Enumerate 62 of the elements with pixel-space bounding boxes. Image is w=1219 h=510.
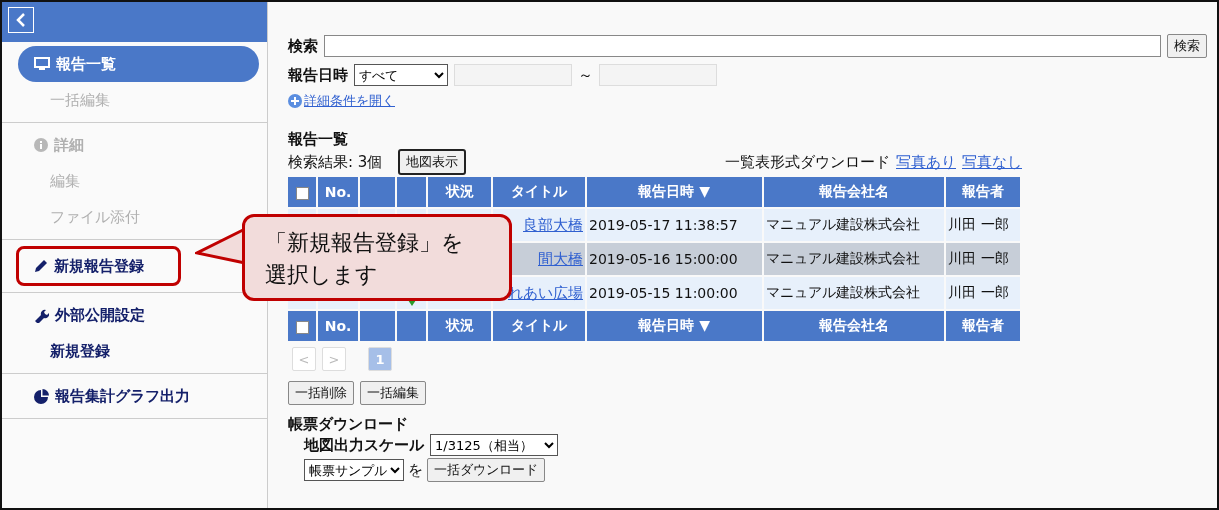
column-header[interactable]: 報告日時 ▼ xyxy=(587,177,762,207)
column-header[interactable]: 報告日時 ▼ xyxy=(587,311,762,341)
sidebar-item[interactable]: 新規登録 xyxy=(18,333,259,369)
table-cell: 2019-05-15 11:00:00 xyxy=(587,277,762,309)
section-title: 帳票ダウンロード xyxy=(288,415,408,434)
section-title: 報告一覧 xyxy=(288,130,348,149)
particle-text: を xyxy=(408,460,423,480)
checkbox[interactable] xyxy=(295,186,309,200)
download-link[interactable]: 写真なし xyxy=(962,152,1022,172)
table-cell: 川田 一郎 xyxy=(946,243,1020,275)
pencil-icon xyxy=(34,259,48,273)
bulk-button[interactable]: 一括削除 xyxy=(288,381,354,405)
column-header[interactable]: 報告会社名 xyxy=(763,311,945,341)
checkbox[interactable] xyxy=(295,320,309,334)
table-cell: 川田 一郎 xyxy=(946,209,1020,241)
range-separator: ～ xyxy=(578,65,593,85)
detail-link[interactable]: 詳細条件を開く xyxy=(304,92,395,110)
scale-label: 地図出力スケール xyxy=(304,435,424,455)
scale-select[interactable]: 1/3125（相当） xyxy=(430,434,558,456)
table-cell: 2019-05-16 15:00:00 xyxy=(587,243,762,275)
table-cell: 川田 一郎 xyxy=(946,277,1020,309)
column-header[interactable] xyxy=(397,311,426,341)
pie-chart-icon xyxy=(34,388,49,404)
table-cell: マニュアル建設株式会社 xyxy=(763,243,945,275)
column-header[interactable] xyxy=(360,177,395,207)
column-header[interactable]: No. xyxy=(318,177,358,207)
title-link[interactable]: 間大橋 xyxy=(538,249,583,268)
column-header[interactable]: 報告会社名 xyxy=(763,177,945,207)
search-button[interactable]: 検索 xyxy=(1167,34,1207,58)
date-label: 報告日時 xyxy=(288,65,348,85)
monitor-icon xyxy=(34,57,50,71)
title-link[interactable]: 良部大橋 xyxy=(523,215,583,234)
download-label: 一覧表形式ダウンロード xyxy=(725,152,890,172)
table-cell: マニュアル建設株式会社 xyxy=(763,209,945,241)
column-header[interactable]: タイトル xyxy=(493,177,585,207)
table-cell: 2019-05-17 11:38:57 xyxy=(587,209,762,241)
download-link[interactable]: 写真あり xyxy=(896,152,956,172)
sidebar-item[interactable]: 新規報告登録 xyxy=(18,248,179,284)
date-select[interactable]: すべて xyxy=(354,64,448,86)
column-header[interactable]: 報告者 xyxy=(946,311,1020,341)
column-header[interactable] xyxy=(397,177,426,207)
column-header[interactable]: No. xyxy=(318,311,358,341)
info-icon xyxy=(34,138,48,152)
sidebar-item[interactable]: 報告集計グラフ出力 xyxy=(18,378,259,414)
column-header[interactable] xyxy=(360,311,395,341)
table-cell: マニュアル建設株式会社 xyxy=(763,277,945,309)
wrench-icon xyxy=(34,307,49,323)
column-header[interactable]: 状況 xyxy=(428,311,491,341)
search-label: 検索 xyxy=(288,36,318,56)
column-header[interactable]: タイトル xyxy=(493,311,585,341)
back-button[interactable] xyxy=(8,7,34,33)
template-select[interactable]: 帳票サンプル xyxy=(304,459,404,481)
map-button[interactable]: 地図表示 xyxy=(398,149,467,175)
column-header[interactable]: 報告者 xyxy=(946,177,1020,207)
plus-circle-icon xyxy=(288,94,302,108)
chevron-left-icon xyxy=(16,13,26,27)
sidebar-item[interactable]: 報告一覧 xyxy=(18,46,259,82)
bulk-button[interactable]: 一括編集 xyxy=(360,381,426,405)
search-field[interactable] xyxy=(324,35,1161,57)
result-count: 検索結果: 3個 xyxy=(288,152,383,172)
column-header[interactable]: 状況 xyxy=(428,177,491,207)
download-button[interactable]: 一括ダウンロード xyxy=(427,458,545,482)
